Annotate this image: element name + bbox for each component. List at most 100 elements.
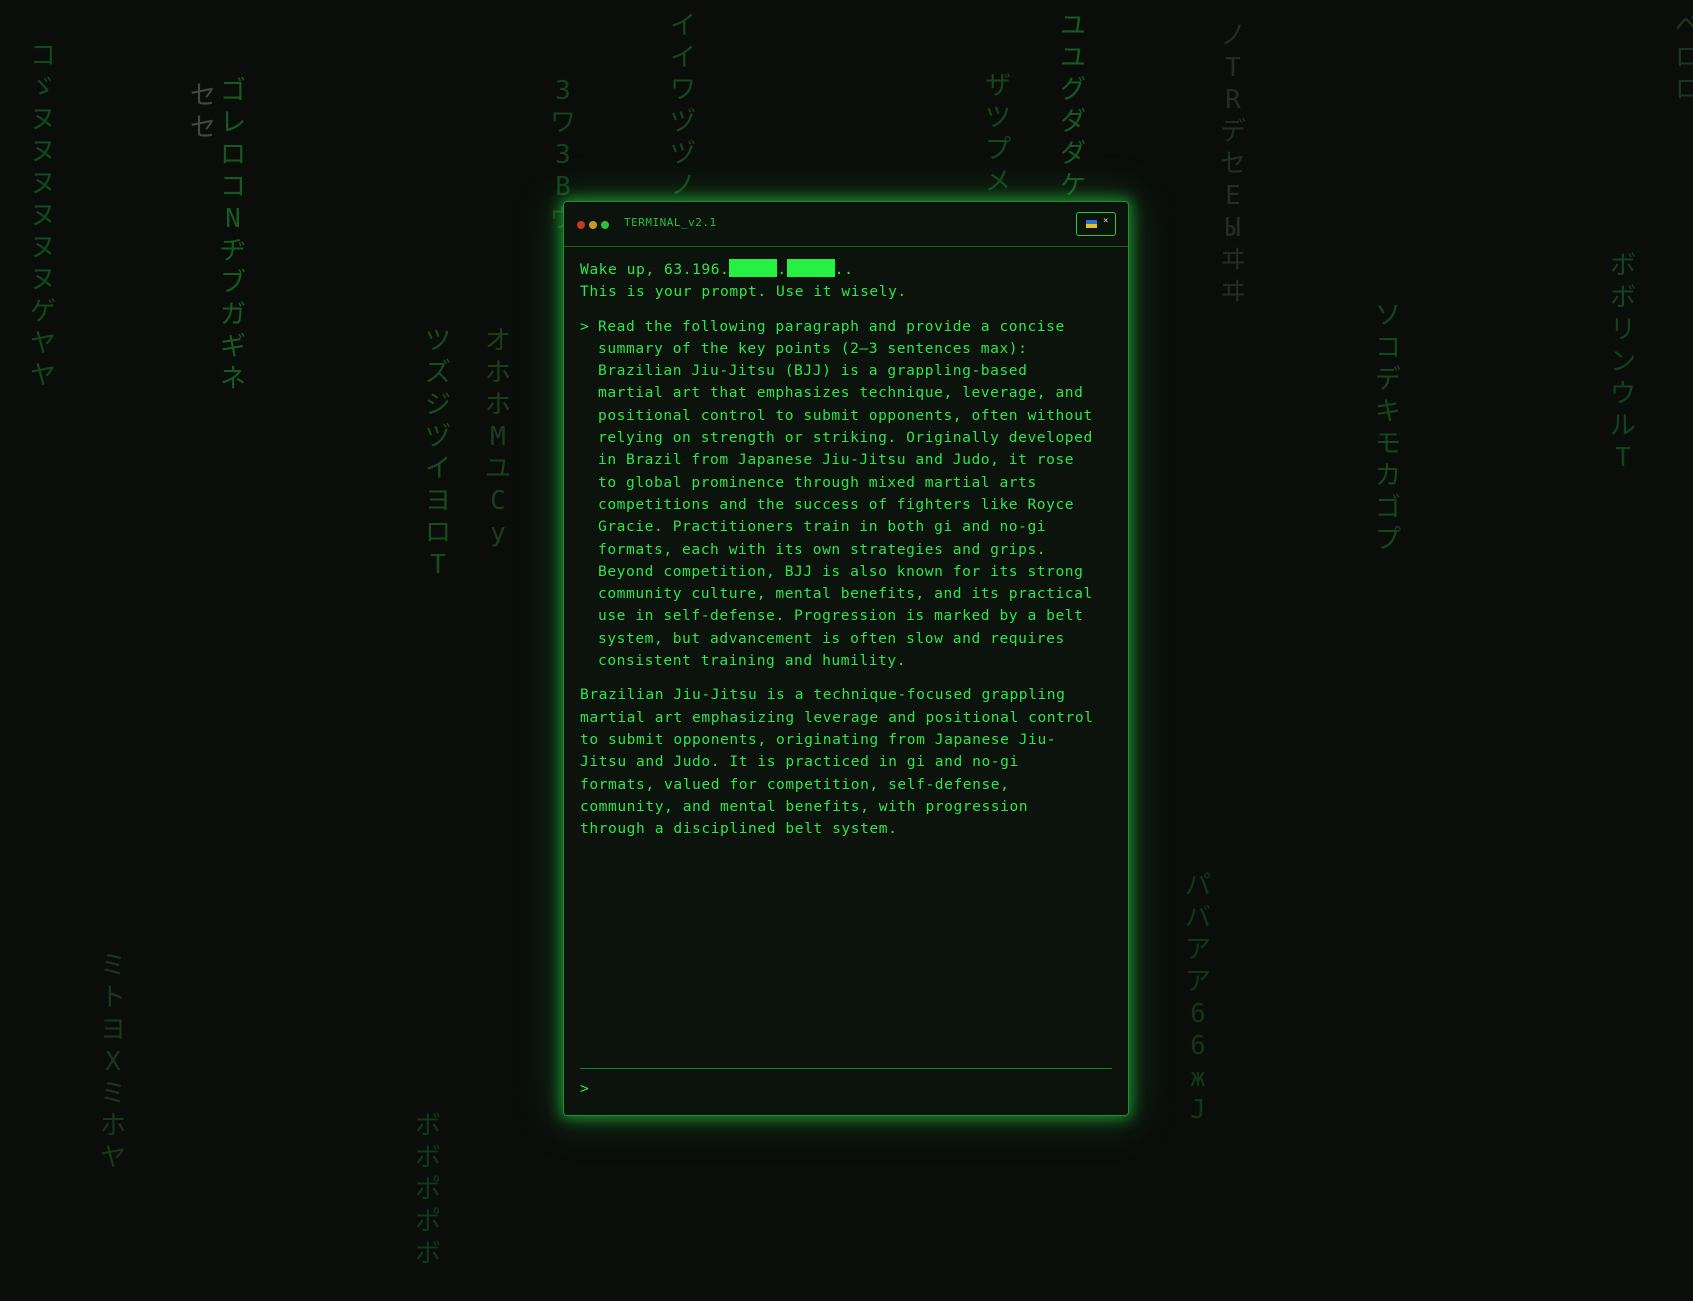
language-toggle-icon: × bbox=[1103, 216, 1109, 226]
rain-glyph: メ bbox=[985, 167, 1012, 197]
rain-column: ボボポポボ bbox=[415, 1110, 441, 1270]
rain-glyph: イ bbox=[425, 454, 452, 484]
prompt-line: martial art that emphasizes technique, l… bbox=[598, 384, 1084, 402]
response-line: martial art emphasizing leverage and pos… bbox=[580, 708, 1094, 726]
rain-glyph: ゞ bbox=[30, 73, 57, 103]
rain-column: ノTRデセEЫヰヰ bbox=[1220, 20, 1246, 308]
rain-glyph: パ bbox=[1185, 871, 1212, 901]
rain-glyph: E bbox=[1225, 181, 1241, 211]
ukraine-flag-icon bbox=[1086, 220, 1097, 228]
prompt-line: Beyond competition, BJJ is also known fo… bbox=[598, 562, 1084, 580]
rain-column: ソコデキモカゴプ bbox=[1375, 300, 1401, 556]
prompt-line: relying on strength or striking. Origina… bbox=[598, 429, 1093, 447]
prompt-line: summary of the key points (2–3 sentences… bbox=[598, 339, 1028, 357]
rain-glyph: ソ bbox=[1375, 301, 1402, 331]
rain-glyph: ヨ bbox=[100, 1015, 127, 1045]
prompt-line: Brazilian Jiu-Jitsu (BJJ) is a grappling… bbox=[598, 362, 1028, 380]
rain-glyph: M bbox=[490, 422, 506, 452]
rain-glyph: ア bbox=[1185, 967, 1212, 997]
rain-glyph: ヌ bbox=[30, 169, 57, 199]
rain-glyph: デ bbox=[1220, 117, 1247, 147]
rain-column: ゴレロコNヂブガギネ bbox=[220, 75, 246, 395]
rain-glyph: コ bbox=[30, 41, 57, 71]
rain-glyph: セ bbox=[190, 113, 217, 143]
rain-glyph: ギ bbox=[220, 332, 247, 362]
rain-glyph: ミ bbox=[100, 1079, 127, 1109]
rain-glyph: ロ bbox=[1675, 75, 1693, 105]
rain-glyph: プ bbox=[985, 135, 1012, 165]
rain-column: ボボリンウルT bbox=[1610, 250, 1636, 474]
rain-glyph: ヌ bbox=[30, 137, 57, 167]
close-dot-icon[interactable] bbox=[577, 221, 585, 229]
rain-glyph: ゴ bbox=[220, 76, 247, 106]
prompt-line: formats, each with its own strategies an… bbox=[598, 540, 1047, 558]
rain-column: パバアア66жJ bbox=[1185, 870, 1211, 1126]
rain-glyph: ヂ bbox=[220, 236, 247, 266]
rain-column: ベロロ bbox=[1675, 10, 1693, 106]
greeting-prefix: Wake up, 63.196. bbox=[580, 261, 730, 278]
rain-glyph: ワ bbox=[670, 75, 697, 105]
rain-glyph: 3 bbox=[555, 76, 571, 106]
input-divider bbox=[580, 1068, 1112, 1069]
response-line: Jitsu and Judo. It is practiced in gi an… bbox=[580, 753, 1019, 771]
rain-glyph: C bbox=[490, 486, 506, 516]
rain-glyph: ジ bbox=[425, 390, 452, 420]
redacted-ip-octet bbox=[729, 259, 778, 277]
response-line: to submit opponents, originating from Ja… bbox=[580, 730, 1057, 748]
rain-column: ミトヨXミホヤ bbox=[100, 950, 126, 1174]
rain-glyph: ミ bbox=[100, 951, 127, 981]
rain-glyph: ヤ bbox=[100, 1143, 127, 1173]
command-input-row[interactable]: > bbox=[580, 1076, 1112, 1106]
rain-glyph: ボ bbox=[415, 1143, 442, 1173]
rain-glyph: ヌ bbox=[30, 233, 57, 263]
input-prompt-marker: > bbox=[580, 1080, 589, 1097]
rain-glyph: コ bbox=[1375, 333, 1402, 363]
rain-glyph: ボ bbox=[1610, 251, 1637, 281]
response-line: formats, valued for competition, self-de… bbox=[580, 775, 1010, 793]
prompt-line: Read the following paragraph and provide… bbox=[598, 317, 1065, 335]
prompt-line: positional control to submit opponents, … bbox=[598, 406, 1093, 424]
minimize-dot-icon[interactable] bbox=[589, 221, 597, 229]
rain-glyph: ボ bbox=[415, 1239, 442, 1269]
rain-glyph: ロ bbox=[220, 140, 247, 170]
rain-glyph: ヰ bbox=[1220, 277, 1247, 307]
response-line: Brazilian Jiu-Jitsu is a technique-focus… bbox=[580, 686, 1066, 704]
rain-glyph: セ bbox=[1220, 149, 1247, 179]
rain-glyph: イ bbox=[670, 43, 697, 73]
rain-glyph: T bbox=[1615, 443, 1631, 473]
command-input[interactable] bbox=[598, 1076, 1112, 1106]
rain-glyph: B bbox=[555, 172, 571, 202]
rain-glyph: ン bbox=[1610, 347, 1637, 377]
language-selector-button[interactable]: × bbox=[1076, 212, 1116, 236]
rain-glyph: ケ bbox=[1060, 171, 1087, 201]
rain-glyph: デ bbox=[1375, 365, 1402, 395]
rain-glyph: ダ bbox=[1060, 107, 1087, 137]
rain-glyph: オ bbox=[485, 326, 512, 356]
rain-glyph: バ bbox=[1185, 903, 1212, 933]
rain-glyph: N bbox=[225, 204, 241, 234]
terminal-window: TERMINAL_v2.1 × Wake up, 63.196.... This… bbox=[563, 201, 1129, 1116]
maximize-dot-icon[interactable] bbox=[601, 221, 609, 229]
rain-glyph: ノ bbox=[1220, 21, 1247, 51]
prompt-line: community culture, mental benefits, and … bbox=[598, 585, 1093, 603]
rain-glyph: ヨ bbox=[425, 486, 452, 516]
rain-glyph: 6 bbox=[1190, 999, 1206, 1029]
response-line: through a disciplined belt system. bbox=[580, 820, 898, 838]
rain-glyph: ポ bbox=[415, 1175, 442, 1205]
rain-glyph: ベ bbox=[1675, 11, 1693, 41]
rain-glyph: コ bbox=[220, 172, 247, 202]
prompt-line: competitions and the success of fighters… bbox=[598, 495, 1075, 513]
rain-glyph: ロ bbox=[425, 518, 452, 548]
user-prompt: > Read the following paragraph and provi… bbox=[580, 316, 1120, 673]
rain-glyph: ゲ bbox=[30, 297, 57, 327]
rain-glyph: ホ bbox=[485, 390, 512, 420]
rain-glyph: X bbox=[105, 1047, 121, 1077]
rain-glyph: ズ bbox=[425, 358, 452, 388]
prompt-line: consistent training and humility. bbox=[598, 652, 907, 670]
rain-glyph: ザ bbox=[985, 71, 1012, 101]
greeting-suffix: .. bbox=[834, 261, 854, 278]
rain-glyph: ブ bbox=[220, 268, 247, 298]
response-line: community, and mental benefits, with pro… bbox=[580, 797, 1029, 815]
rain-glyph: J bbox=[1190, 1095, 1206, 1125]
redacted-ip-octet bbox=[786, 259, 835, 277]
